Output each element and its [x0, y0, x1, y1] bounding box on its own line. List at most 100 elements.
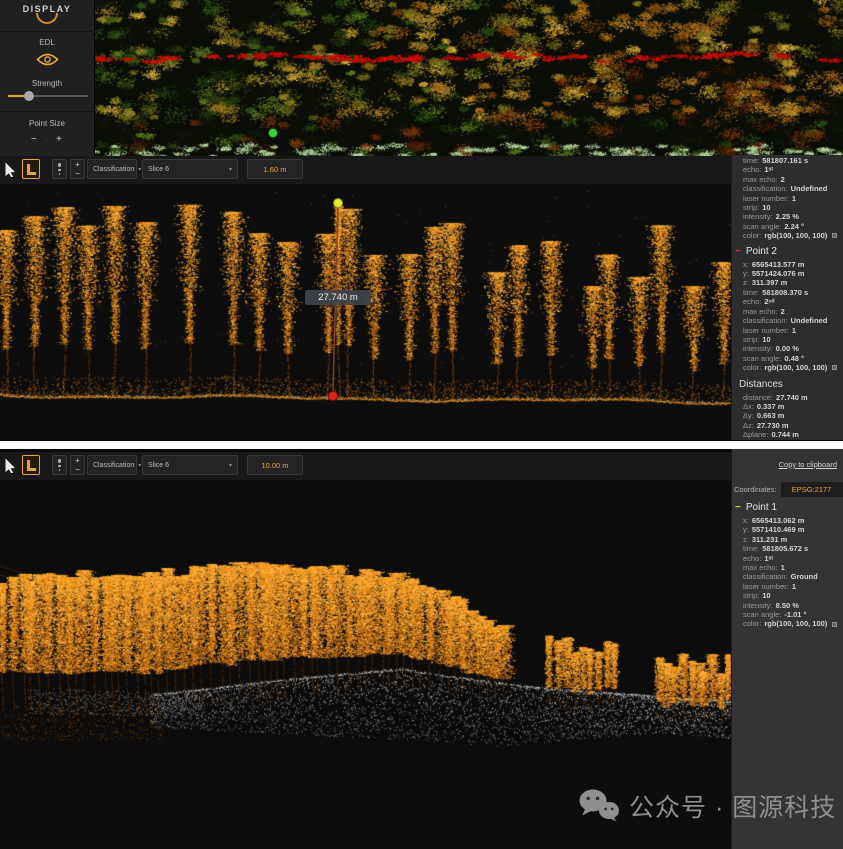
point-density-button[interactable] — [52, 455, 67, 475]
select-tool-button[interactable] — [2, 455, 18, 475]
info-row: classification: Ground — [732, 572, 843, 581]
info-row: max echo: 2 — [732, 175, 843, 184]
strength-slider-thumb[interactable] — [24, 91, 34, 101]
classification-dropdown[interactable]: Classification▾ — [87, 455, 137, 475]
profile-tool-button[interactable] — [22, 455, 40, 475]
info-row: Δx: 0.337 m — [732, 402, 843, 411]
chevron-down-icon: ▾ — [138, 166, 141, 173]
point-size-decrease-button[interactable]: − — [31, 134, 37, 145]
info-row: strip: 10 — [732, 591, 843, 600]
info-row: classification: Undefined — [732, 184, 843, 193]
info-row: laser number: 1 — [732, 326, 843, 335]
slice-width-input-top[interactable]: 1.60 m — [247, 159, 303, 179]
section-divider — [0, 441, 843, 449]
info-row: intensity: 8.50 % — [732, 601, 843, 610]
edl-label: EDL — [0, 38, 94, 47]
coordinates-input[interactable] — [781, 482, 843, 497]
plus-icon[interactable]: + — [75, 160, 80, 169]
point-density-icon — [58, 163, 62, 175]
info-row: classification: Undefined — [732, 316, 843, 325]
info-row: time: 581805.672 s — [732, 544, 843, 553]
strength-slider[interactable] — [8, 95, 88, 97]
info-row: y: 5571424.076 m — [732, 269, 843, 278]
cursor-icon — [5, 458, 16, 473]
zoom-in-out-button[interactable]: +− — [70, 455, 85, 475]
point-size-label: Point Size — [0, 119, 94, 128]
point1-tail-list: time: 581807.161 s echo: 1ˢᵗ max echo: 2 — [732, 156, 843, 241]
point-density-button[interactable] — [52, 159, 67, 179]
point-marker-red[interactable] — [328, 391, 338, 401]
point-size-indicator: · — [45, 136, 47, 143]
point1-header[interactable]: − Point 1 — [735, 502, 843, 513]
point-marker-yellow[interactable] — [333, 198, 343, 208]
classification-dropdown[interactable]: Classification▾ — [87, 159, 137, 179]
info-row: x: 6565413.062 m — [732, 516, 843, 525]
info-row: strip: 10 — [732, 335, 843, 344]
app-window: DISPLAY EDL Strength Point Size − · + — [0, 0, 843, 849]
info-row: time: 581807.161 s — [732, 156, 843, 165]
info-row: laser number: 1 — [732, 194, 843, 203]
profile-l-icon — [27, 164, 36, 175]
info-row: distance: 27.740 m — [732, 393, 843, 402]
copy-to-clipboard-link[interactable]: Copy to clipboard — [732, 460, 843, 469]
info-row: echo: 1ˢᵗ — [732, 165, 843, 174]
coordinates-row: Coordinates: — [734, 482, 843, 497]
info-row: y: 5571410.469 m — [732, 525, 843, 534]
wechat-icon — [578, 788, 620, 824]
color-swatch — [832, 365, 837, 370]
top-view-viewport[interactable] — [95, 0, 843, 157]
coordinates-label: Coordinates: — [734, 485, 777, 494]
strength-label: Strength — [0, 79, 94, 88]
distances-list: distance: 27.740 m Δx: 0.337 m Δy: 0.663… — [732, 393, 843, 440]
point2-list: x: 6565413.577 m y: 5571424.076 m z: 311… — [732, 260, 843, 373]
profile-l-icon — [27, 460, 36, 471]
color-swatch — [832, 622, 837, 627]
minus-icon[interactable]: − — [75, 465, 80, 474]
info-row: color: rgb(100, 100, 100) — [732, 619, 843, 628]
minus-icon[interactable]: − — [75, 169, 80, 178]
profile-tool-button[interactable] — [22, 159, 40, 179]
info-row: Δplane: 0.744 m — [732, 430, 843, 439]
info-row: scan angle: -1.01 ° — [732, 610, 843, 619]
info-row: time: 581808.370 s — [732, 288, 843, 297]
profile-toolbar-bottom: +− Classification▾ Slice 6▾ 10.00 m — [0, 452, 731, 480]
profile-toolbar-top: +− Classification▾ Slice 6▾ 1.60 m — [0, 156, 731, 184]
info-row: Δy: 0.663 m — [732, 411, 843, 420]
point1-marker: − — [735, 502, 741, 513]
point-size-increase-button[interactable]: + — [56, 134, 62, 145]
point2-header[interactable]: − Point 2 — [735, 246, 843, 257]
plus-icon[interactable]: + — [75, 456, 80, 465]
point1-list: x: 6565413.062 m y: 5571410.469 m z: 311… — [732, 516, 843, 629]
chevron-down-icon: ▾ — [138, 462, 141, 469]
info-row: strip: 10 — [732, 203, 843, 212]
divider — [0, 31, 95, 32]
measurement-label: 27.740 m — [305, 290, 371, 305]
divider — [0, 111, 95, 112]
info-row: echo: 1ˢᵗ — [732, 554, 843, 563]
display-panel: DISPLAY EDL Strength Point Size − · + — [0, 0, 95, 156]
slice-dropdown[interactable]: Slice 6▾ — [142, 159, 238, 179]
info-row: x: 6565413.577 m — [732, 260, 843, 269]
partial-icon — [36, 13, 58, 24]
info-row: color: rgb(100, 100, 100) — [732, 231, 843, 240]
cursor-icon — [5, 162, 16, 177]
eye-icon[interactable] — [36, 52, 59, 72]
measurement-line — [0, 182, 731, 440]
watermark-text: 公众号 · 图源科技 — [629, 788, 836, 824]
info-row: max echo: 2 — [732, 307, 843, 316]
point-marker-green[interactable] — [268, 128, 278, 138]
slice-width-input-bottom[interactable]: 10.00 m — [247, 455, 303, 475]
slice-dropdown[interactable]: Slice 6▾ — [142, 455, 238, 475]
color-swatch — [832, 233, 837, 238]
select-tool-button[interactable] — [2, 159, 18, 179]
info-row: max echo: 1 — [732, 563, 843, 572]
chevron-down-icon: ▾ — [229, 166, 232, 173]
info-row: laser number: 1 — [732, 582, 843, 591]
point-info-panel-top: time: 581807.161 s echo: 1ˢᵗ max echo: 2 — [731, 155, 843, 440]
distances-header: Distances — [739, 379, 843, 390]
info-row: Δz: 27.730 m — [732, 421, 843, 430]
zoom-in-out-button[interactable]: +− — [70, 159, 85, 179]
watermark: 公众号 · 图源科技 — [578, 788, 836, 824]
info-row: scan angle: 0.48 ° — [732, 354, 843, 363]
chevron-down-icon: ▾ — [229, 462, 232, 469]
